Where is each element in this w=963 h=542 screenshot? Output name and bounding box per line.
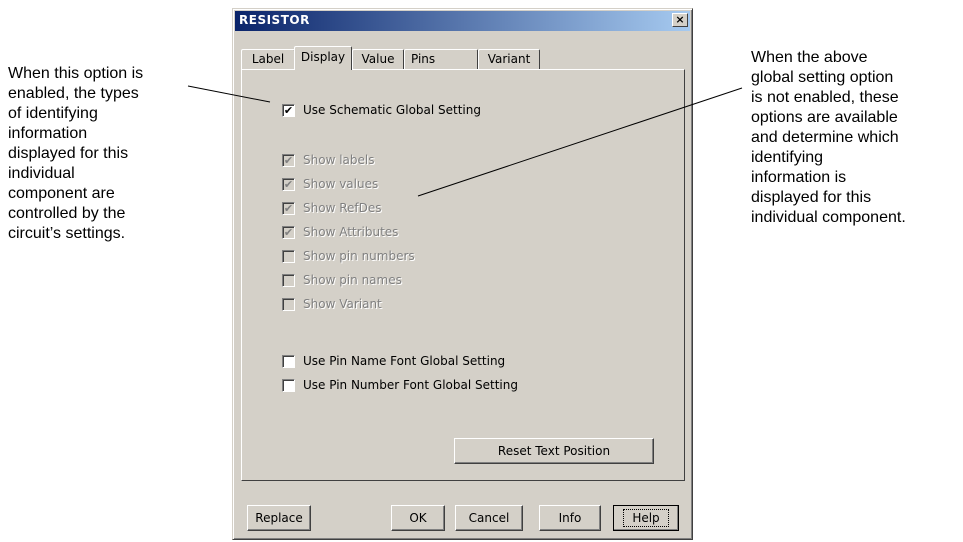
checkbox-label: Use Schematic Global Setting	[303, 103, 481, 117]
annotation-line: individual	[8, 165, 75, 182]
tab-label[interactable]: Label	[241, 49, 295, 69]
checkbox[interactable]	[282, 249, 295, 263]
replace-button[interactable]: Replace	[247, 505, 311, 531]
annotation-line: information	[8, 125, 88, 142]
annotation-line: displayed for this	[8, 145, 129, 162]
annotation-line: circuit’s settings.	[8, 225, 126, 242]
annotation-right: When the above global setting option is …	[751, 48, 906, 228]
show-labels-option[interactable]: ✔ Show labels	[282, 152, 374, 168]
annotation-line: individual component.	[751, 209, 906, 226]
help-button-label: Help	[623, 509, 669, 527]
help-button[interactable]: Help	[613, 505, 679, 531]
checkbox-label: Show RefDes	[303, 201, 382, 215]
checkbox[interactable]	[282, 273, 295, 287]
annotation-line: controlled by the	[8, 205, 126, 222]
show-variant-option[interactable]: Show Variant	[282, 296, 382, 312]
checkbox[interactable]	[282, 354, 295, 368]
dialog-title: RESISTOR	[239, 13, 310, 27]
checkbox[interactable]: ✔	[282, 177, 295, 191]
checkbox[interactable]: ✔	[282, 153, 295, 167]
show-values-option[interactable]: ✔ Show values	[282, 176, 378, 192]
show-attributes-option[interactable]: ✔ Show Attributes	[282, 224, 398, 240]
checkbox-label: Use Pin Name Font Global Setting	[303, 354, 506, 368]
ok-button[interactable]: OK	[391, 505, 445, 531]
tab-pins[interactable]: Pins	[404, 49, 478, 69]
checkbox[interactable]: ✔	[282, 201, 295, 215]
annotation-line: of identifying	[8, 105, 98, 122]
pin-number-font-global-setting[interactable]: Use Pin Number Font Global Setting	[282, 377, 518, 393]
checkbox-label: Show Attributes	[303, 225, 399, 239]
info-button[interactable]: Info	[539, 505, 601, 531]
annotation-left: When this option is enabled, the types o…	[8, 64, 143, 244]
annotation-line: enabled, the types	[8, 85, 139, 102]
annotation-line: is not enabled, these	[751, 89, 899, 106]
cancel-button[interactable]: Cancel	[455, 505, 523, 531]
checkbox-label: Show labels	[303, 153, 375, 167]
title-bar[interactable]: RESISTOR ×	[235, 11, 690, 31]
annotation-line: component are	[8, 185, 115, 202]
annotation-line: identifying	[751, 149, 824, 166]
checkbox[interactable]	[282, 378, 295, 392]
tab-display[interactable]: Display	[294, 46, 352, 70]
show-pin-numbers-option[interactable]: Show pin numbers	[282, 248, 415, 264]
show-pin-names-option[interactable]: Show pin names	[282, 272, 402, 288]
checkbox-label: Show values	[303, 177, 379, 191]
close-icon[interactable]: ×	[672, 13, 688, 27]
annotation-line: information is	[751, 169, 847, 186]
resistor-dialog: RESISTOR × Label Display Value Pins Vari…	[232, 8, 693, 540]
checkbox-label: Show pin numbers	[303, 249, 415, 263]
show-refdes-option[interactable]: ✔ Show RefDes	[282, 200, 381, 216]
annotation-line: options are available	[751, 109, 898, 126]
annotation-line: When the above	[751, 49, 868, 66]
reset-text-position-button[interactable]: Reset Text Position	[454, 438, 654, 464]
checkbox[interactable]	[282, 297, 295, 311]
display-tab-panel: ✔ Use Schematic Global Setting ✔ Show la…	[241, 69, 685, 481]
checkbox[interactable]: ✔	[282, 225, 295, 239]
annotation-line: displayed for this	[751, 189, 872, 206]
pin-name-font-global-setting[interactable]: Use Pin Name Font Global Setting	[282, 353, 505, 369]
annotation-line: When this option is	[8, 65, 144, 82]
checkbox-label: Show Variant	[303, 297, 382, 311]
tab-variant[interactable]: Variant	[478, 49, 540, 69]
checkbox[interactable]: ✔	[282, 103, 295, 117]
annotation-line: global setting option	[751, 69, 894, 86]
checkbox-label: Use Pin Number Font Global Setting	[303, 378, 518, 392]
annotation-line: and determine which	[751, 129, 899, 146]
use-schematic-global-setting[interactable]: ✔ Use Schematic Global Setting	[282, 102, 481, 118]
checkbox-label: Show pin names	[303, 273, 402, 287]
tab-value[interactable]: Value	[352, 49, 404, 69]
